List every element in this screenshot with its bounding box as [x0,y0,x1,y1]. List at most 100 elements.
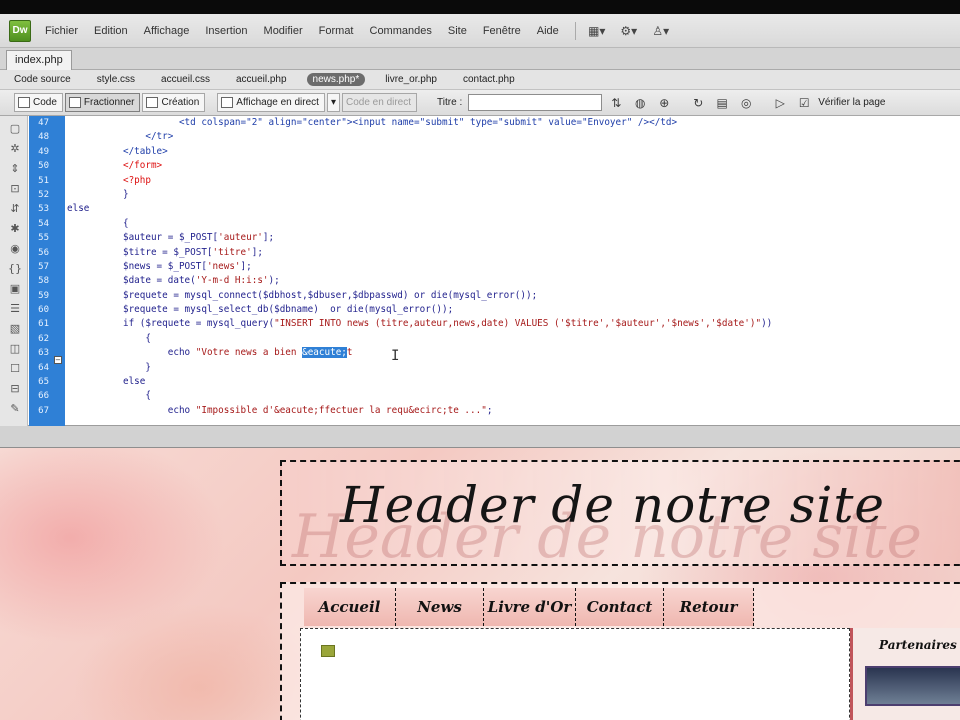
sidebar-title: Partenaires [879,638,957,652]
validate-icon[interactable]: ▷ [770,94,790,112]
refresh-icon[interactable]: ↻ [688,94,708,112]
menu-aide[interactable]: Aide [529,25,567,37]
menu-separator [574,21,576,40]
live-view-label: Affichage en direct [236,97,319,108]
content-area[interactable] [300,628,850,720]
nav-news[interactable]: News [396,588,484,626]
split-divider[interactable] [0,426,960,448]
nav-livre-or[interactable]: Livre d'Or [484,588,576,626]
code-line: echo "Votre news a bien &eacute;t [67,347,353,359]
line-number: 64 [38,362,49,373]
verify-page-label[interactable]: Vérifier la page [818,97,885,108]
line-number: 50 [38,161,49,172]
nav-contact[interactable]: Contact [576,588,664,626]
code-line: if ($requete = mysql_query("INSERT INTO … [67,318,773,330]
layout-icon[interactable]: ▦▾ [584,22,610,40]
live-view-icon [221,97,234,108]
code-view-button[interactable]: Code [14,93,63,112]
indent-icon[interactable]: ☐ [7,362,23,376]
code-line: { [67,390,151,402]
title-label: Titre : [437,97,463,108]
fold-toggle[interactable]: − [54,356,62,364]
split-view-button[interactable]: Fractionner [64,93,141,112]
php-code-marker-icon[interactable] [321,645,335,657]
related-files-bar: Code source style.css accueil.css accuei… [0,70,960,90]
code-line: <?php [67,174,151,186]
line-number: 66 [38,391,49,402]
code-line: { [67,332,151,344]
document-tabs: index.php [0,48,960,70]
select-parent-icon[interactable]: ⊡ [7,182,23,196]
menu-commandes[interactable]: Commandes [362,25,440,37]
live-view-dropdown[interactable]: ▾ [326,93,340,112]
text-cursor-icon: Ι [391,348,400,364]
open-documents-icon[interactable]: ▢ [7,122,23,136]
highlight-invalid-icon[interactable]: ◉ [7,242,23,256]
line-number: 63 [38,348,49,359]
split-view-label: Fractionner [83,97,135,108]
code-line: echo "Impossible d'&eacute;ffectuer la r… [67,404,493,416]
code-line: </form> [67,160,163,172]
snippets-icon[interactable]: ◫ [7,342,23,356]
menu-modifier[interactable]: Modifier [256,25,311,37]
code-lines[interactable]: <td colspan="2" align="center"><input na… [67,116,947,418]
menu-site[interactable]: Site [440,25,475,37]
collapse-icon[interactable]: ✲ [7,142,23,156]
live-code-button[interactable]: Code en direct [341,93,418,112]
visual-aids-icon[interactable]: ◎ [736,94,756,112]
nav-accueil[interactable]: Accueil [304,588,396,626]
line-number: 55 [38,233,49,244]
screen-top-bar [0,0,960,14]
menu-fichier[interactable]: Fichier [37,25,86,37]
site-header[interactable]: Header de notre site Header de notre sit… [280,460,960,566]
partner-banner[interactable] [865,666,960,706]
line-numbers-icon[interactable]: ✱ [7,222,23,236]
uncomment-icon[interactable]: ☰ [7,302,23,316]
menu-format[interactable]: Format [311,25,362,37]
code-line: } [67,188,129,200]
code-view[interactable]: ▢ ✲ ⇕ ⊡ ⇵ ✱ ◉ {} ▣ ☰ ▧ ◫ ☐ ⊟ ✎ 47 48 49 … [0,116,960,426]
menu-edition[interactable]: Edition [86,25,136,37]
menu-bar: Dw Fichier Edition Affichage Insertion M… [0,14,960,48]
nav-bar: Accueil News Livre d'Or Contact Retour [304,588,754,626]
code-line: $titre = $_POST['titre']; [67,246,263,258]
page-container[interactable]: Accueil News Livre d'Or Contact Retour P… [280,582,960,720]
gear-icon[interactable]: ⚙▾ [616,22,642,40]
related-code-source[interactable]: Code source [8,73,77,86]
globe-icon[interactable]: ⊕ [654,94,674,112]
title-input[interactable] [468,94,603,111]
design-view[interactable]: Header de notre site Header de notre sit… [0,448,960,720]
line-number: 62 [38,333,49,344]
balance-braces-icon[interactable]: ⇵ [7,202,23,216]
related-contact-php[interactable]: contact.php [457,73,521,86]
live-view-button[interactable]: Affichage en direct [217,93,325,112]
related-style-css[interactable]: style.css [91,73,141,86]
comment-icon[interactable]: ▣ [7,282,23,296]
preview-browser-icon[interactable]: ◍ [630,94,650,112]
menu-affichage[interactable]: Affichage [136,25,198,37]
related-news-php[interactable]: news.php* [306,73,366,86]
design-view-button[interactable]: Création [142,93,206,112]
line-number: 60 [38,305,49,316]
line-number: 56 [38,247,49,258]
user-icon[interactable]: ♙▾ [648,22,674,40]
check-page-icon[interactable]: ☑ [794,94,814,112]
format-icon[interactable]: ✎ [7,402,23,416]
tab-index-php[interactable]: index.php [6,50,72,70]
view-options-icon[interactable]: ▤ [712,94,732,112]
nav-retour[interactable]: Retour [664,588,754,626]
related-accueil-css[interactable]: accueil.css [155,73,216,86]
line-number: 61 [38,319,49,330]
outdent-icon[interactable]: ⊟ [7,382,23,396]
related-livre-or-php[interactable]: livre_or.php [379,73,443,86]
wrap-tag-icon[interactable]: ▧ [7,322,23,336]
syntax-icon[interactable]: {} [7,262,23,276]
menu-fenetre[interactable]: Fenêtre [475,25,529,37]
expand-icon[interactable]: ⇕ [7,162,23,176]
file-management-icon[interactable]: ⇅ [606,94,626,112]
dreamweaver-logo: Dw [9,19,31,42]
line-number: 52 [38,189,49,200]
sidebar[interactable]: Partenaires [850,628,960,720]
menu-insertion[interactable]: Insertion [197,25,255,37]
related-accueil-php[interactable]: accueil.php [230,73,293,86]
